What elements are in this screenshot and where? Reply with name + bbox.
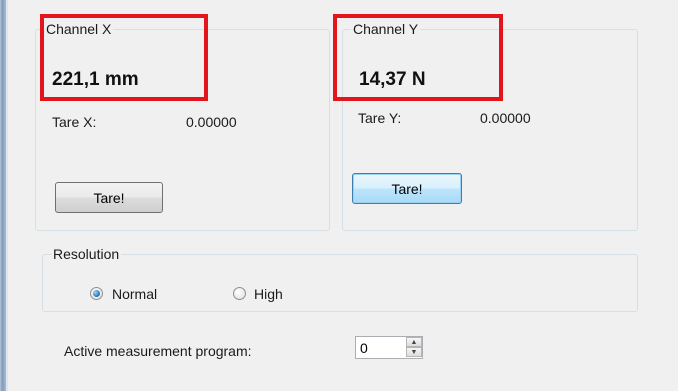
stepper-down-button[interactable]: ▼	[406, 347, 422, 357]
channel-x-value: 221,1 mm	[52, 69, 139, 90]
tare-y-button[interactable]: Tare!	[352, 173, 462, 204]
tare-y-value: 0.00000	[480, 110, 531, 126]
resolution-legend: Resolution	[53, 246, 120, 262]
tare-y-label: Tare Y:	[358, 110, 402, 126]
tare-x-label: Tare X:	[52, 114, 97, 130]
triangle-up-icon: ▲	[410, 338, 418, 346]
resolution-group: Resolution	[42, 246, 638, 312]
program-stepper-buttons: ▲ ▼	[406, 337, 422, 358]
stepper-up-button[interactable]: ▲	[406, 337, 422, 347]
channel-y-value: 14,37 N	[359, 69, 426, 90]
resolution-normal-radio[interactable]	[90, 287, 103, 300]
tare-x-value: 0.00000	[186, 114, 237, 130]
channel-x-legend: Channel X	[46, 21, 112, 37]
tare-x-button[interactable]: Tare!	[55, 182, 163, 213]
program-label: Active measurement program:	[64, 343, 252, 359]
resolution-high-label[interactable]: High	[254, 286, 283, 302]
program-stepper[interactable]: ▲ ▼	[355, 336, 423, 359]
channel-y-legend: Channel Y	[353, 21, 419, 37]
radio-selected-dot	[93, 290, 100, 297]
measurement-panel: Channel X 221,1 mm Tare X: 0.00000 Tare!…	[8, 0, 678, 391]
program-input[interactable]	[356, 337, 406, 358]
resolution-high-radio[interactable]	[233, 287, 246, 300]
triangle-down-icon: ▼	[410, 348, 418, 356]
resolution-normal-label[interactable]: Normal	[112, 286, 157, 302]
